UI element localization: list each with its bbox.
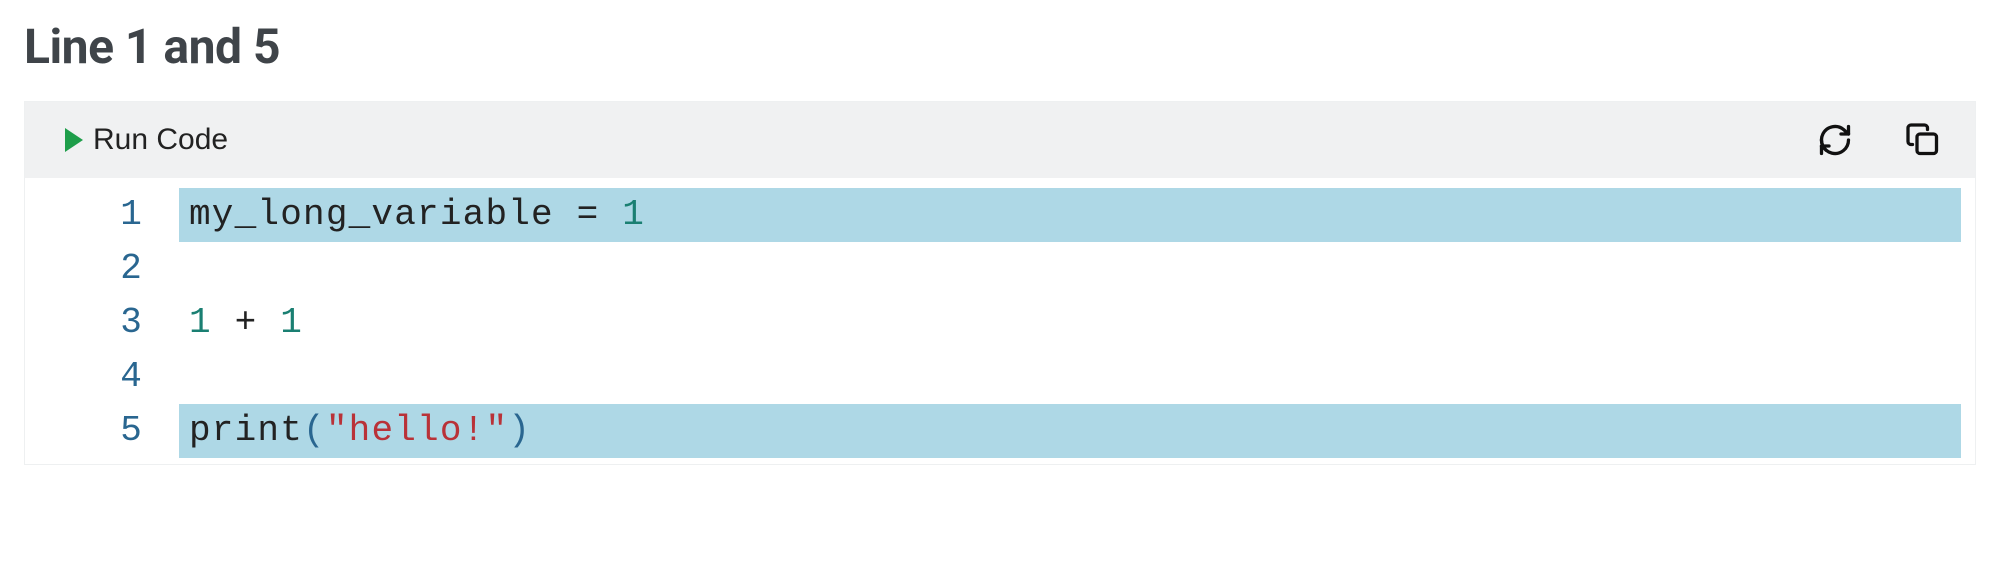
- code-content: my_long_variable = 1 1 + 1 print("hello!…: [179, 178, 1975, 464]
- line-number: 5: [25, 404, 179, 458]
- code-block: Run Code 1 2 3 4 5 my_long_var: [24, 101, 1976, 465]
- code-line-4: [179, 350, 1975, 404]
- token-number: 1: [622, 194, 645, 235]
- token-number: 1: [189, 302, 212, 343]
- code-line-2: [179, 242, 1975, 296]
- line-number: 2: [25, 242, 179, 296]
- refresh-button[interactable]: [1811, 116, 1859, 164]
- token-operator: +: [212, 302, 280, 343]
- code-line-3: 1 + 1: [179, 296, 1975, 350]
- code-toolbar: Run Code: [25, 102, 1975, 178]
- token-paren: (: [303, 410, 326, 451]
- line-number-gutter: 1 2 3 4 5: [25, 178, 179, 464]
- token-function: print: [189, 410, 303, 451]
- token-identifier: my_long_variable: [189, 194, 554, 235]
- code-line-5: print("hello!"): [179, 404, 1961, 458]
- token-number: 1: [280, 302, 303, 343]
- run-code-button[interactable]: Run Code: [65, 123, 228, 157]
- copy-button[interactable]: [1899, 116, 1947, 164]
- refresh-icon: [1817, 122, 1853, 158]
- section-heading: Line 1 and 5: [24, 18, 2000, 75]
- line-number: 1: [25, 188, 179, 242]
- code-editor[interactable]: 1 2 3 4 5 my_long_variable = 1 1 + 1 pri…: [25, 178, 1975, 464]
- line-number: 4: [25, 350, 179, 404]
- play-icon: [65, 128, 83, 152]
- token-paren: ): [508, 410, 531, 451]
- token-string: "hello!": [326, 410, 508, 451]
- run-code-label: Run Code: [93, 123, 228, 157]
- token-operator: =: [554, 194, 622, 235]
- code-line-1: my_long_variable = 1: [179, 188, 1961, 242]
- copy-icon: [1905, 122, 1941, 158]
- line-number: 3: [25, 296, 179, 350]
